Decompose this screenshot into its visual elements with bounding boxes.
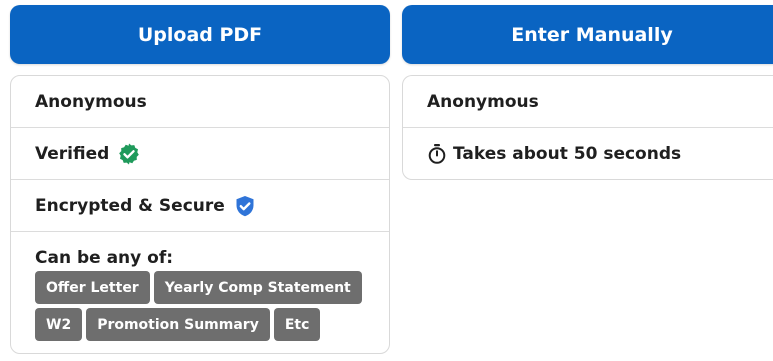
- tag-offer-letter: Offer Letter: [35, 271, 150, 304]
- shield-check-icon: [233, 194, 257, 218]
- feature-label: Takes about 50 seconds: [453, 143, 682, 164]
- document-types-section: Can be any of: Offer Letter Yearly Comp …: [11, 231, 389, 353]
- upload-pdf-button[interactable]: Upload PDF: [10, 5, 390, 64]
- document-types-label: Can be any of:: [35, 248, 174, 268]
- enter-manually-card: Anonymous Takes about 50 seconds: [402, 75, 773, 180]
- tag-w2: W2: [35, 308, 83, 341]
- feature-label: Verified: [35, 143, 110, 164]
- feature-anonymous: Anonymous: [11, 76, 389, 127]
- upload-pdf-column: Upload PDF Anonymous Verified Encrypted …: [10, 5, 390, 354]
- tag-etc: Etc: [273, 308, 321, 341]
- feature-label: Anonymous: [35, 91, 147, 112]
- stopwatch-icon: [427, 143, 447, 165]
- feature-anonymous: Anonymous: [403, 76, 773, 127]
- feature-verified: Verified: [11, 127, 389, 179]
- feature-label: Encrypted & Secure: [35, 195, 225, 216]
- feature-encrypted-secure: Encrypted & Secure: [11, 179, 389, 231]
- document-type-tags: Offer Letter Yearly Comp Statement W2 Pr…: [35, 271, 375, 341]
- enter-manually-column: Enter Manually Anonymous Takes about 50 …: [402, 5, 773, 180]
- verified-check-badge-icon: [117, 142, 141, 166]
- enter-manually-button[interactable]: Enter Manually: [402, 5, 773, 64]
- feature-time-estimate: Takes about 50 seconds: [403, 127, 773, 179]
- tag-promotion-summary: Promotion Summary: [86, 308, 270, 341]
- upload-pdf-card: Anonymous Verified Encrypted & Secure Ca…: [10, 75, 390, 354]
- tag-yearly-comp-statement: Yearly Comp Statement: [153, 271, 362, 304]
- feature-label: Anonymous: [427, 91, 539, 112]
